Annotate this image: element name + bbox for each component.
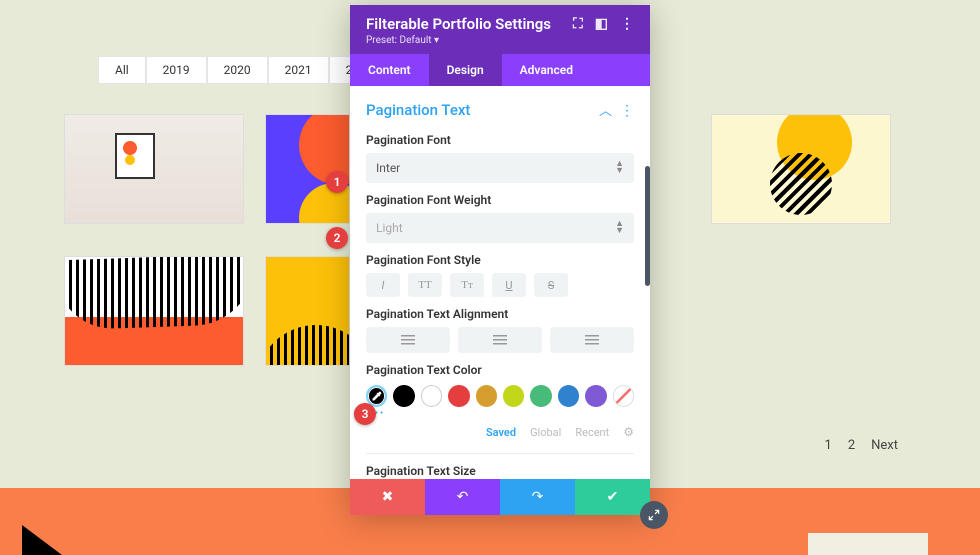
style-label: Pagination Font Style <box>366 253 634 267</box>
chevron-up-icon: ︿ <box>599 104 612 119</box>
align-label: Pagination Text Alignment <box>366 307 634 321</box>
portfolio-thumb[interactable] <box>64 256 244 366</box>
tab-design[interactable]: Design <box>429 54 502 86</box>
underline-button[interactable]: U <box>492 273 526 297</box>
filter-2019[interactable]: 2019 <box>146 56 207 84</box>
portfolio-thumb[interactable] <box>64 114 244 224</box>
modal-title: Filterable Portfolio Settings <box>366 15 551 33</box>
color-swatch-amber[interactable] <box>476 385 497 407</box>
select-arrows-icon: ▲▼ <box>615 221 624 235</box>
section-menu-icon[interactable]: ⋮ <box>620 103 634 119</box>
page-2[interactable]: 2 <box>848 438 855 453</box>
portfolio-thumb[interactable] <box>711 114 891 224</box>
color-tab-global[interactable]: Global <box>530 426 561 439</box>
annotation-badge-3: 3 <box>354 403 376 425</box>
weight-label: Pagination Font Weight <box>366 193 634 207</box>
expand-icon <box>647 508 661 522</box>
italic-button[interactable]: I <box>366 273 400 297</box>
filter-2020[interactable]: 2020 <box>207 56 268 84</box>
color-swatch-green[interactable] <box>530 385 551 407</box>
uppercase-button[interactable]: TT <box>408 273 442 297</box>
redo-button[interactable]: ↷ <box>500 479 575 515</box>
page-next[interactable]: Next <box>871 438 898 453</box>
color-swatch-white[interactable] <box>421 385 442 407</box>
more-colors-icon[interactable]: ••• <box>366 409 634 419</box>
save-button[interactable]: ✔ <box>575 479 650 515</box>
section-toggle[interactable]: Pagination Text ︿⋮ <box>366 100 634 119</box>
color-swatch-none[interactable] <box>613 385 634 407</box>
filter-tabs: All 2019 2020 2021 2022 <box>98 56 390 84</box>
modal-tabs: Content Design Advanced <box>350 54 650 86</box>
smallcaps-button[interactable]: Tᴛ <box>450 273 484 297</box>
eyedropper-icon <box>371 390 383 402</box>
strikethrough-button[interactable]: S <box>534 273 568 297</box>
align-left-button[interactable] <box>366 327 450 353</box>
color-swatch-lime[interactable] <box>503 385 524 407</box>
modal-footer: ✖ ↶ ↷ ✔ <box>350 479 650 515</box>
portfolio-thumb[interactable] <box>265 256 350 366</box>
color-swatch-blue[interactable] <box>558 385 579 407</box>
preset-dropdown[interactable]: Preset: Default ▾ <box>366 35 634 46</box>
modal-header: Filterable Portfolio Settings ⛶ ◧ ⋮ Pres… <box>350 5 650 54</box>
cancel-button[interactable]: ✖ <box>350 479 425 515</box>
footer-card <box>808 533 928 555</box>
align-center-button[interactable] <box>458 327 542 353</box>
filter-all[interactable]: All <box>98 56 146 84</box>
scrollbar[interactable] <box>645 166 650 286</box>
page-1[interactable]: 1 <box>825 438 832 453</box>
select-arrows-icon: ▲▼ <box>615 161 624 175</box>
layout-icon[interactable]: ◧ <box>595 16 608 32</box>
expand-handle[interactable] <box>640 501 668 529</box>
tab-content[interactable]: Content <box>350 54 429 86</box>
pagination: 1 2 Next <box>825 438 899 453</box>
color-swatch-black[interactable] <box>393 385 414 407</box>
modal-body: Pagination Text ︿⋮ Pagination Font Inter… <box>350 86 650 479</box>
font-select[interactable]: Inter ▲▼ <box>366 153 634 183</box>
align-right-button[interactable] <box>550 327 634 353</box>
weight-select[interactable]: Light ▲▼ <box>366 213 634 243</box>
size-label: Pagination Text Size <box>366 453 634 478</box>
gear-icon[interactable]: ⚙ <box>623 425 634 439</box>
color-tab-saved[interactable]: Saved <box>486 426 516 439</box>
annotation-badge-1: 1 <box>326 171 348 193</box>
settings-modal: Filterable Portfolio Settings ⛶ ◧ ⋮ Pres… <box>350 5 650 515</box>
annotation-badge-2: 2 <box>326 227 348 249</box>
tab-advanced[interactable]: Advanced <box>502 54 591 86</box>
color-swatch-purple[interactable] <box>585 385 606 407</box>
font-label: Pagination Font <box>366 133 634 147</box>
color-tab-recent[interactable]: Recent <box>575 426 609 439</box>
color-swatch-red[interactable] <box>448 385 469 407</box>
color-label: Pagination Text Color <box>366 363 634 377</box>
focus-icon[interactable]: ⛶ <box>573 16 583 32</box>
portfolio-thumb[interactable] <box>265 114 350 224</box>
undo-button[interactable]: ↶ <box>425 479 500 515</box>
filter-2021[interactable]: 2021 <box>268 56 329 84</box>
kebab-icon[interactable]: ⋮ <box>620 16 634 32</box>
